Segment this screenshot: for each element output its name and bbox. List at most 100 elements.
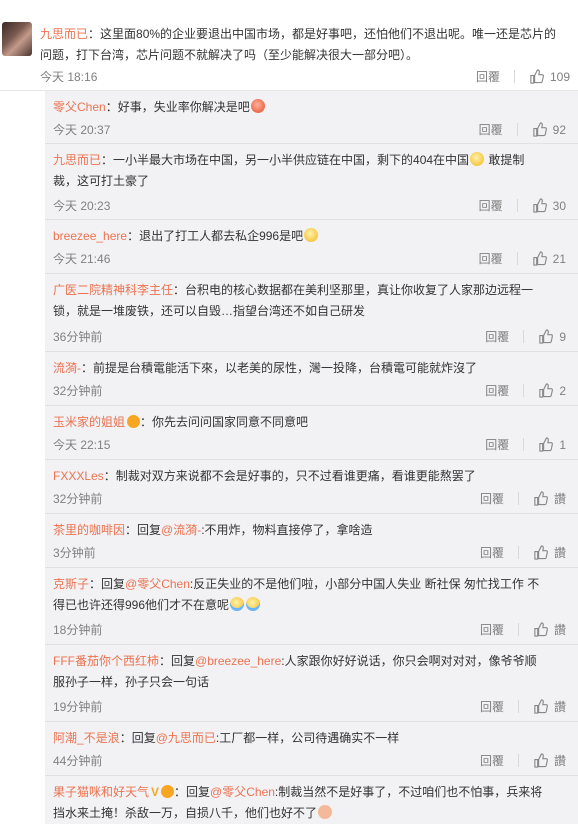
reply-button[interactable]: 回覆: [480, 752, 504, 769]
like-button[interactable]: 9: [538, 329, 566, 344]
like-button[interactable]: 讚: [533, 490, 566, 507]
verified-badge-icon: V: [151, 785, 160, 799]
mention-link[interactable]: @流漪-: [161, 523, 201, 537]
mention-link[interactable]: @九思而已: [156, 731, 216, 745]
divider: [516, 199, 518, 212]
username-link[interactable]: breezee_here: [53, 229, 127, 243]
reply-item: FXXXLes：制裁对双方来说都不会是好事的，只不过看谁更痛，看谁更能熬罢了 3…: [45, 460, 578, 514]
like-button[interactable]: 2: [538, 383, 566, 398]
username-link[interactable]: 阿潮_不是浪: [53, 731, 120, 745]
reply-text: ：回复: [119, 731, 156, 745]
thumbs-up-icon: [534, 699, 548, 714]
thumbs-up-icon: [532, 198, 547, 213]
username-link[interactable]: FXXXLes: [53, 469, 104, 483]
reply-time: 今天 21:46: [53, 252, 111, 266]
reply-text: ：退出了打工人都去私企996是吧: [127, 229, 304, 243]
reply-item: 九思而已：一小半最大市场在中国，另一小半供应链在中国，剩下的404在中国 敢提制…: [45, 144, 578, 220]
username-link[interactable]: 流漪-: [53, 361, 81, 375]
laugh-emoji-icon: [470, 152, 485, 166]
reply-item: 茶里的咖啡因：回复@流漪-:不用炸，物料直接停了，拿啥造 3分钟前 回覆 讚: [45, 514, 578, 568]
reply-time: 19分钟前: [53, 700, 103, 714]
reply-item: 克斯子：回复@零父Chen:反正失业的不是他们啦，小部分中国人失业 断社保 匆忙…: [45, 568, 578, 645]
username-link[interactable]: 九思而已: [53, 153, 101, 167]
angry-emoji-icon: [250, 99, 265, 113]
reply-button[interactable]: 回覆: [479, 197, 503, 214]
avatar[interactable]: [2, 22, 32, 56]
reply-time: 32分钟前: [53, 492, 103, 506]
thumbs-up-icon: [532, 251, 547, 266]
username-link[interactable]: 果子猫咪和好天气: [53, 785, 149, 799]
username-link[interactable]: 克斯子: [53, 577, 89, 591]
reply-time: 44分钟前: [53, 754, 103, 768]
reply-text: ：好事，失业率你解决是吧: [105, 100, 250, 114]
comment-time: 今天 18:16: [40, 70, 98, 84]
reply-body: breezee_here：退出了打工人都去私企996是吧: [53, 226, 548, 247]
reply-button[interactable]: 回覆: [485, 328, 509, 345]
reply-text: ：一小半最大市场在中国，另一小半供应链在中国，剩下的404在中国: [101, 153, 470, 167]
reply-button[interactable]: 回覆: [480, 621, 504, 638]
like-button[interactable]: 讚: [533, 698, 566, 715]
reply-button[interactable]: 回覆: [480, 698, 504, 715]
reply-item: 零父Chen：好事，失业率你解决是吧 今天 20:37 回覆 92: [45, 91, 578, 144]
like-button[interactable]: 讚: [533, 544, 566, 561]
like-button[interactable]: 讚: [533, 621, 566, 638]
comment-text: ：这里面80%的企业要退出中国市场，都是好事吧，还怕他们不退出呢。唯一还是芯片的…: [40, 27, 557, 62]
reply-actions: 回覆 讚: [480, 621, 566, 638]
reply-item: FFF番茄你个西红柿：回复@breezee_here:人家跟你好好说话，你只会啊…: [45, 645, 578, 722]
reply-button[interactable]: 回覆: [485, 436, 509, 453]
reply-text: ：你先去问问国家同意不同意吧: [140, 415, 309, 429]
like-button[interactable]: 21: [532, 251, 566, 266]
divider: [523, 384, 525, 397]
reply-button[interactable]: 回覆: [476, 68, 500, 85]
mention-link[interactable]: @breezee_here: [195, 654, 281, 668]
reply-actions: 回覆 9: [485, 328, 566, 345]
mention-link[interactable]: @零父Chen: [125, 577, 190, 591]
reply-actions: 回覆 30: [479, 197, 566, 214]
like-button[interactable]: 92: [532, 122, 566, 137]
thumbs-up-icon: [539, 437, 554, 452]
like-count: 92: [552, 122, 566, 137]
like-count: 9: [559, 329, 566, 344]
crying-emoji-icon: [230, 597, 245, 611]
reply-body: 零父Chen：好事，失业率你解决是吧: [53, 97, 548, 118]
username-link[interactable]: 九思而已: [40, 27, 88, 41]
thumbs-up-icon: [539, 329, 554, 344]
username-link[interactable]: 玉米家的姐姐: [53, 415, 125, 429]
reply-item: 流漪-：前提是台積電能活下來，以老美的尿性，灣一投降，台積電可能就炸沒了 32分…: [45, 352, 578, 406]
reply-body: FFF番茄你个西红柿：回复@breezee_here:人家跟你好好说话，你只会啊…: [53, 651, 548, 693]
username-link[interactable]: 零父Chen: [53, 100, 106, 114]
pig-emoji-icon: [318, 805, 333, 819]
comment-thread: 九思而已：这里面80%的企业要退出中国市场，都是好事吧，还怕他们不退出呢。唯一还…: [0, 0, 578, 824]
reply-time: 36分钟前: [53, 330, 103, 344]
like-count: 2: [559, 383, 566, 398]
reply-button[interactable]: 回覆: [480, 490, 504, 507]
like-count: 21: [552, 251, 566, 266]
like-button[interactable]: 讚: [533, 752, 566, 769]
username-link[interactable]: 茶里的咖啡因: [53, 523, 125, 537]
username-link[interactable]: FFF番茄你个西红柿: [53, 654, 159, 668]
reply-text: ：回复: [125, 523, 162, 537]
reply-body: 玉米家的姐姐 ：你先去问问国家同意不同意吧: [53, 412, 548, 433]
reply-text: ：制裁对双方来说都不会是好事的，只不过看谁更痛，看谁更能熬罢了: [103, 469, 476, 483]
reply-button[interactable]: 回覆: [479, 250, 503, 267]
like-button[interactable]: 1: [538, 437, 566, 452]
reply-button[interactable]: 回覆: [485, 382, 509, 399]
like-count: 讚: [553, 700, 566, 714]
reply-button[interactable]: 回覆: [479, 121, 503, 138]
reply-actions: 回覆 讚: [480, 490, 566, 507]
top-comment: 九思而已：这里面80%的企业要退出中国市场，都是好事吧，还怕他们不退出呢。唯一还…: [0, 0, 578, 91]
username-link[interactable]: 广医二院精神科李主任: [53, 283, 173, 297]
reply-button[interactable]: 回覆: [480, 544, 504, 561]
reply-text-cont: :工厂都一样，公司待遇确实不一样: [215, 731, 400, 745]
reply-body: 广医二院精神科李主任：台积电的核心数据都在美利坚那里，真让你收复了人家那边远程一…: [53, 280, 548, 322]
reply-text: ：前提是台積電能活下來，以老美的尿性，灣一投降，台積電可能就炸沒了: [81, 361, 478, 375]
reply-actions: 回覆 讚: [480, 752, 566, 769]
like-button[interactable]: 109: [529, 69, 570, 84]
mention-link[interactable]: @零父Chen: [210, 785, 275, 799]
reply-actions: 回覆 21: [479, 250, 566, 267]
reply-actions: 回覆 92: [479, 121, 566, 138]
divider: [523, 438, 525, 451]
reply-item: 阿潮_不是浪：回复@九思而已:工厂都一样，公司待遇确实不一样 44分钟前 回覆 …: [45, 722, 578, 776]
thumbs-up-icon: [534, 622, 548, 637]
like-button[interactable]: 30: [532, 198, 566, 213]
